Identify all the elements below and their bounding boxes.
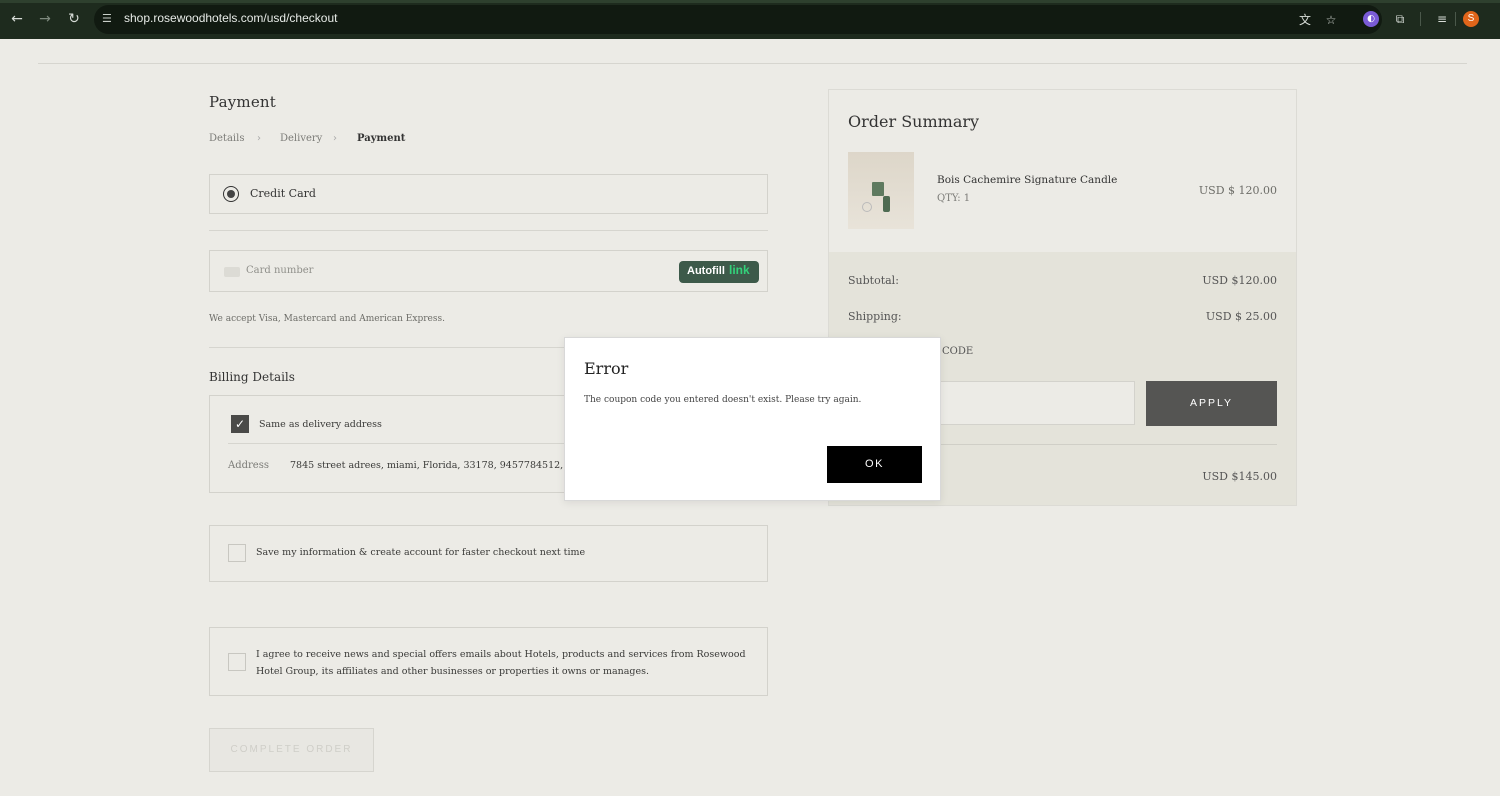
toolbar-separator xyxy=(1420,12,1421,26)
billing-details-title: Billing Details xyxy=(209,370,295,384)
credit-card-icon xyxy=(224,267,240,277)
apply-button[interactable]: APPLY xyxy=(1146,381,1277,426)
newsletter-box: I agree to receive news and special offe… xyxy=(209,627,768,696)
address-bar[interactable]: ☰ shop.rosewoodhotels.com/usd/checkout 文… xyxy=(94,5,1382,34)
error-dialog: Error The coupon code you entered doesn'… xyxy=(564,337,941,501)
url-text[interactable]: shop.rosewoodhotels.com/usd/checkout xyxy=(124,11,337,25)
product-qty: QTY: 1 xyxy=(937,193,971,204)
shipping-label: Shipping: xyxy=(848,310,902,323)
extensions-puzzle-icon[interactable]: ⧉ xyxy=(1392,11,1408,27)
autofill-link-button[interactable]: Autofill link xyxy=(679,261,759,283)
credit-card-label: Credit Card xyxy=(250,187,316,200)
profile-avatar[interactable]: S xyxy=(1463,11,1479,27)
credit-card-option[interactable]: Credit Card xyxy=(209,174,768,214)
ok-button[interactable]: OK xyxy=(827,446,922,483)
browser-toolbar: ← → ↻ ☰ shop.rosewoodhotels.com/usd/chec… xyxy=(0,0,1500,39)
translate-icon[interactable]: 文 xyxy=(1297,12,1313,28)
save-info-checkbox[interactable] xyxy=(228,544,246,562)
newsletter-label: I agree to receive news and special offe… xyxy=(256,649,746,677)
chevron-right-icon: › xyxy=(257,133,261,144)
save-info-box: Save my information & create account for… xyxy=(209,525,768,582)
total-value: USD $145.00 xyxy=(1202,470,1277,483)
media-queue-icon[interactable]: ≡ xyxy=(1434,11,1450,27)
card-number-placeholder[interactable]: Card number xyxy=(246,265,313,276)
extension-purple-icon[interactable]: ◐ xyxy=(1363,11,1379,27)
error-dialog-message: The coupon code you entered doesn't exis… xyxy=(584,395,862,405)
divider xyxy=(228,443,565,444)
subtotal-label: Subtotal: xyxy=(848,274,899,287)
accepted-cards-note: We accept Visa, Mastercard and American … xyxy=(209,314,445,324)
error-dialog-title: Error xyxy=(584,359,629,378)
subtotal-value: USD $120.00 xyxy=(1202,274,1277,287)
same-as-delivery-label: Same as delivery address xyxy=(259,419,382,430)
autofill-label: Autofill xyxy=(687,265,725,277)
breadcrumb-delivery[interactable]: Delivery xyxy=(280,133,322,144)
address-value: 7845 street adrees, miami, Florida, 3317… xyxy=(290,460,609,471)
toolbar-separator xyxy=(1455,12,1456,26)
product-price: USD $ 120.00 xyxy=(1198,184,1277,197)
header-divider xyxy=(38,63,1467,64)
card-number-field[interactable]: Card number Autofill link xyxy=(209,250,768,292)
reload-icon[interactable]: ↻ xyxy=(66,11,82,27)
address-label: Address xyxy=(228,460,269,471)
site-info-icon[interactable]: ☰ xyxy=(102,12,116,26)
forward-icon[interactable]: → xyxy=(37,11,53,27)
divider xyxy=(209,230,768,231)
promo-code-label: CODE xyxy=(942,346,974,357)
order-summary-title: Order Summary xyxy=(848,112,980,131)
chevron-right-icon: › xyxy=(333,133,337,144)
breadcrumb-payment: Payment xyxy=(357,133,406,144)
product-name: Bois Cachemire Signature Candle xyxy=(937,174,1118,186)
same-as-delivery-checkbox[interactable]: ✓ xyxy=(231,415,249,433)
tab-strip xyxy=(0,0,1500,3)
page-title: Payment xyxy=(209,93,277,111)
back-icon[interactable]: ← xyxy=(9,11,25,27)
newsletter-checkbox[interactable] xyxy=(228,653,246,671)
credit-card-radio[interactable] xyxy=(223,186,239,202)
divider xyxy=(209,347,565,348)
bookmark-star-icon[interactable]: ☆ xyxy=(1323,12,1339,28)
complete-order-button[interactable]: COMPLETE ORDER xyxy=(209,728,374,772)
shipping-value: USD $ 25.00 xyxy=(1205,310,1277,323)
link-logo: link xyxy=(729,263,750,277)
breadcrumb-details[interactable]: Details xyxy=(209,133,244,144)
save-info-label: Save my information & create account for… xyxy=(256,547,586,558)
product-image xyxy=(848,152,914,229)
